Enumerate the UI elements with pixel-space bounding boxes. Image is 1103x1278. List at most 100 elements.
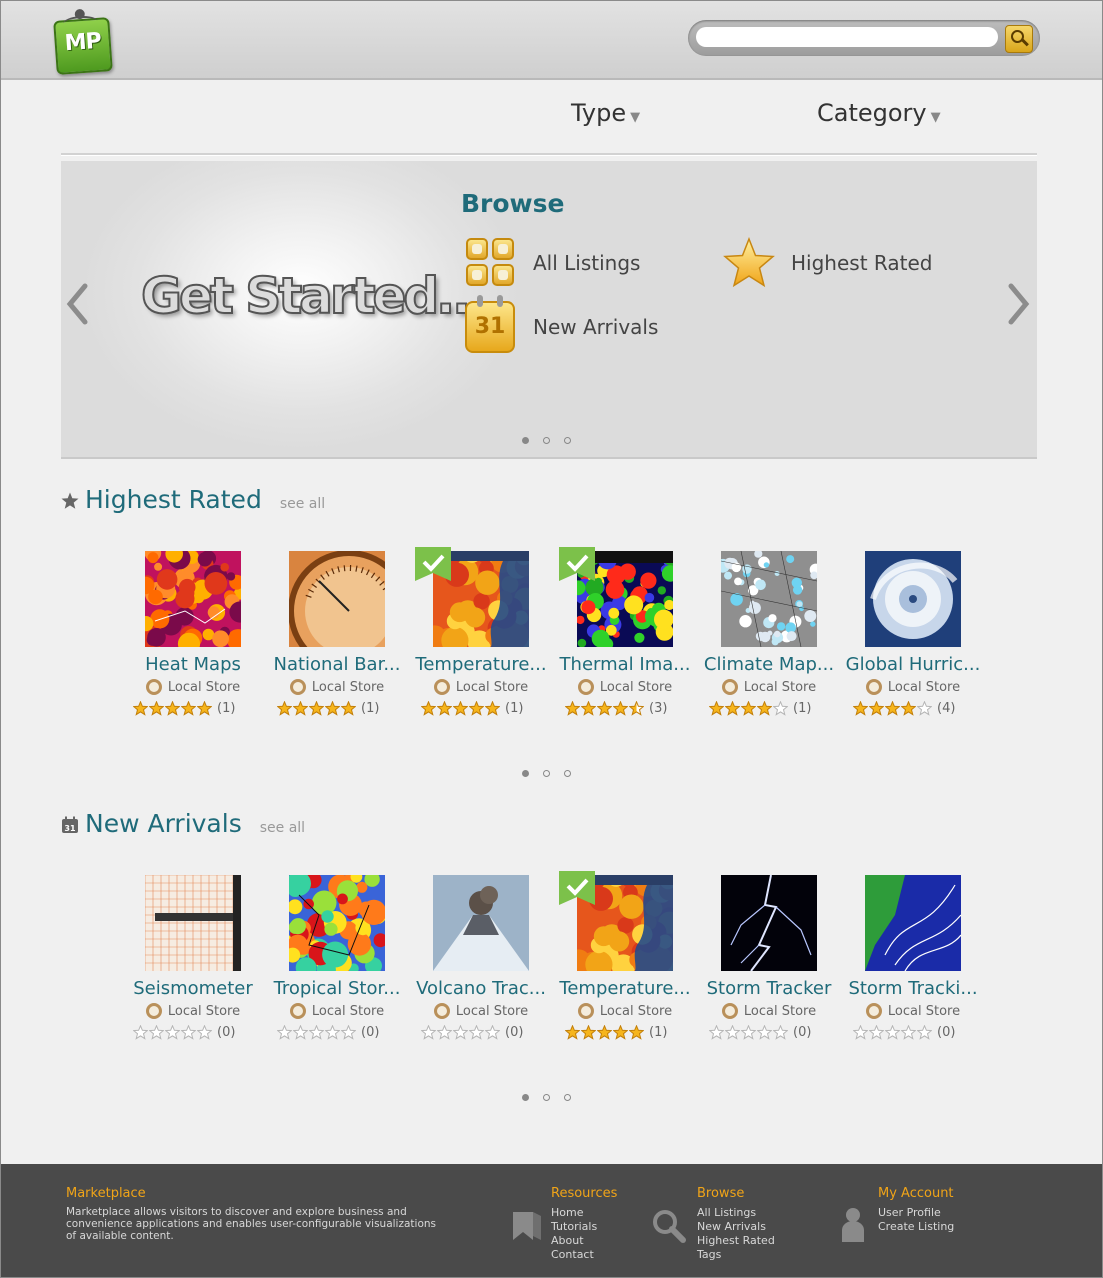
page-dot[interactable] (543, 1094, 550, 1101)
page-dot[interactable] (564, 770, 571, 777)
listing-name[interactable]: Temperature... (411, 654, 551, 675)
footer-link-all-listings[interactable]: All Listings (697, 1206, 775, 1220)
rating-count: (0) (361, 1025, 380, 1040)
highest-rated-link[interactable]: Highest Rated (723, 237, 932, 289)
listing-store: Local Store (421, 1003, 541, 1019)
footer-link-contact[interactable]: Contact (551, 1248, 597, 1262)
footer-link-tutorials[interactable]: Tutorials (551, 1220, 597, 1234)
new-arrivals-link[interactable]: 31 New Arrivals (465, 295, 658, 353)
footer-resources-links: Home Tutorials About Contact (551, 1206, 597, 1262)
carousel-prev-arrow-icon[interactable] (65, 283, 89, 325)
all-listings-link[interactable]: All Listings (465, 237, 640, 289)
highest-rated-header: Highest Rated see all (61, 485, 325, 514)
listing-name[interactable]: Temperature... (555, 978, 695, 999)
store-icon (577, 679, 594, 695)
store-icon (577, 1003, 594, 1019)
footer-account-title: My Account (878, 1186, 954, 1201)
footer-link-create-listing[interactable]: Create Listing (878, 1220, 954, 1234)
listing-thumbnail[interactable] (865, 875, 961, 971)
footer-marketplace-title: Marketplace (66, 1186, 146, 1201)
star-rating: (1) (277, 701, 407, 716)
listing-store: Local Store (277, 1003, 397, 1019)
rating-stars-icon (565, 701, 645, 716)
hero-page-dots (522, 437, 571, 444)
search-button[interactable] (1005, 25, 1033, 53)
rating-count: (1) (217, 701, 236, 716)
star-icon (61, 492, 79, 509)
page-dot[interactable] (522, 770, 529, 777)
star-rating: (0) (853, 1025, 983, 1040)
footer-browse-links: All Listings New Arrivals Highest Rated … (697, 1206, 775, 1262)
store-label: Local Store (887, 1003, 961, 1019)
star-rating: (1) (565, 1025, 695, 1040)
page-dot[interactable] (543, 437, 550, 444)
page-dot[interactable] (522, 1094, 529, 1101)
page-dot[interactable] (522, 437, 529, 444)
star-icon (723, 237, 775, 288)
rating-count: (4) (937, 701, 956, 716)
category-dropdown[interactable]: Category ▼ (817, 99, 941, 127)
listing-name[interactable]: Volcano Trac... (411, 978, 551, 999)
search-input[interactable] (696, 27, 998, 47)
page-dot[interactable] (564, 437, 571, 444)
footer-link-tags[interactable]: Tags (697, 1248, 775, 1262)
listing-name[interactable]: National Bar... (267, 654, 407, 675)
star-rating: (0) (421, 1025, 551, 1040)
footer-link-new-arrivals[interactable]: New Arrivals (697, 1220, 775, 1234)
browse-title: Browse (461, 189, 565, 218)
listing-name[interactable]: Heat Maps (123, 654, 263, 675)
listing-store: Local Store (133, 1003, 253, 1019)
listing-name[interactable]: Tropical Stor... (267, 978, 407, 999)
footer-link-highest-rated[interactable]: Highest Rated (697, 1234, 775, 1248)
grid-icon (465, 237, 517, 289)
listing-thumbnail[interactable] (145, 551, 241, 647)
nav-divider (61, 153, 1037, 156)
listing-name[interactable]: Seismometer (123, 978, 263, 999)
store-label: Local Store (455, 679, 529, 695)
listing-name[interactable]: Storm Tracki... (843, 978, 983, 999)
hero-carousel: Get Started... Browse All Listings Highe… (61, 161, 1037, 459)
store-label: Local Store (455, 1003, 529, 1019)
listing-store: Local Store (853, 1003, 973, 1019)
chevron-down-icon: ▼ (930, 110, 941, 125)
footer-link-about[interactable]: About (551, 1234, 597, 1248)
listing-store: Local Store (133, 679, 253, 695)
listing-store: Local Store (565, 1003, 685, 1019)
hero-headline: Get Started... (140, 266, 488, 326)
store-icon (865, 1003, 882, 1019)
listing-thumbnail[interactable] (289, 551, 385, 647)
footer-link-home[interactable]: Home (551, 1206, 597, 1220)
listing-name[interactable]: Storm Tracker (699, 978, 839, 999)
listing-name[interactable]: Global Hurric... (843, 654, 983, 675)
see-all-link[interactable]: see all (280, 496, 325, 512)
check-badge-icon (559, 871, 595, 905)
rating-count: (1) (505, 701, 524, 716)
footer-link-user-profile[interactable]: User Profile (878, 1206, 954, 1220)
listing-name[interactable]: Thermal Ima... (555, 654, 695, 675)
rating-count: (3) (649, 701, 668, 716)
see-all-link[interactable]: see all (260, 820, 305, 836)
listing-thumbnail[interactable] (145, 875, 241, 971)
footer: Marketplace Marketplace allows visitors … (1, 1164, 1102, 1277)
star-rating: (3) (565, 701, 695, 716)
listing-thumbnail[interactable] (433, 875, 529, 971)
page-dot[interactable] (564, 1094, 571, 1101)
listing-thumbnail[interactable] (289, 875, 385, 971)
calendar-icon: 31 (465, 295, 515, 353)
listing-thumbnail[interactable] (865, 551, 961, 647)
carousel-next-arrow-icon[interactable] (1007, 283, 1031, 325)
listing-name[interactable]: Climate Map... (699, 654, 839, 675)
star-rating: (0) (277, 1025, 407, 1040)
footer-resources-title: Resources (551, 1186, 618, 1201)
page-dot[interactable] (543, 770, 550, 777)
section-title: Highest Rated (85, 485, 262, 514)
listing-thumbnail[interactable] (721, 875, 817, 971)
rating-stars-icon (277, 1025, 357, 1040)
listing-thumbnail[interactable] (721, 551, 817, 647)
store-icon (721, 679, 738, 695)
footer-marketplace-description: Marketplace allows visitors to discover … (66, 1206, 436, 1242)
listing-store: Local Store (853, 679, 973, 695)
logo[interactable]: MP (53, 8, 113, 75)
type-dropdown[interactable]: Type ▼ (571, 99, 640, 127)
check-badge-icon (559, 547, 595, 581)
